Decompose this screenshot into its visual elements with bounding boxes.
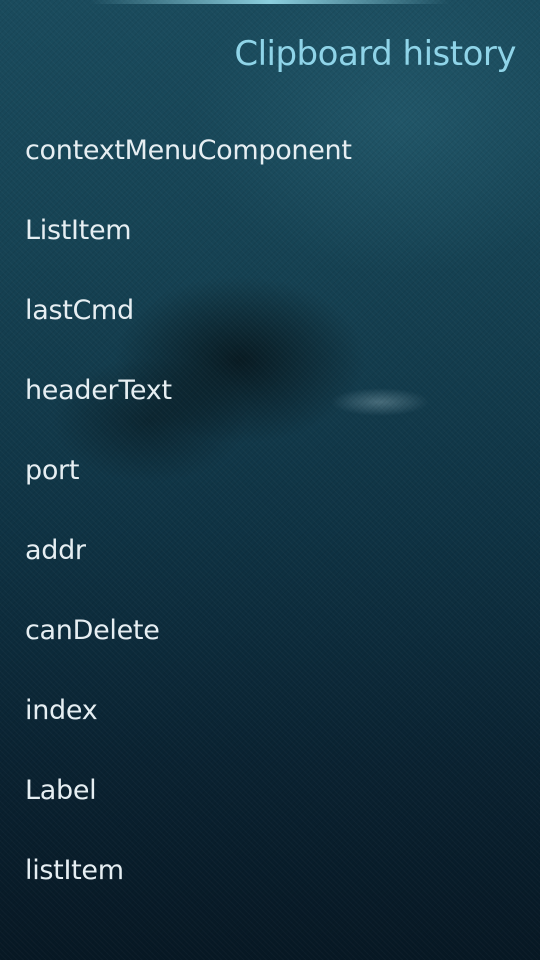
list-item-label: headerText bbox=[25, 374, 172, 406]
list-item[interactable]: ListItem bbox=[0, 190, 540, 270]
list-item-label: port bbox=[25, 454, 80, 486]
list-item[interactable]: contextMenuComponent bbox=[0, 110, 540, 190]
list-item-label: Label bbox=[25, 774, 97, 806]
page-title: Clipboard history bbox=[234, 34, 516, 74]
list-item[interactable]: canDelete bbox=[0, 590, 540, 670]
list-item-label: contextMenuComponent bbox=[25, 134, 352, 166]
list-item-label: lastCmd bbox=[25, 294, 134, 326]
list-item-label: addr bbox=[25, 534, 86, 566]
list-item[interactable]: listItem bbox=[0, 830, 540, 910]
list-item[interactable]: headerText bbox=[0, 350, 540, 430]
clipboard-history-page: Clipboard history contextMenuComponent L… bbox=[0, 0, 540, 960]
clipboard-history-list: contextMenuComponent ListItem lastCmd he… bbox=[0, 110, 540, 910]
list-item-label: canDelete bbox=[25, 614, 160, 646]
list-item-label: index bbox=[25, 694, 98, 726]
list-item[interactable]: addr bbox=[0, 510, 540, 590]
list-item[interactable]: lastCmd bbox=[0, 270, 540, 350]
list-item-label: listItem bbox=[25, 854, 124, 886]
list-item-label: ListItem bbox=[25, 214, 132, 246]
list-item[interactable]: index bbox=[0, 670, 540, 750]
pulley-indicator bbox=[90, 0, 450, 4]
list-item[interactable]: port bbox=[0, 430, 540, 510]
list-item[interactable]: Label bbox=[0, 750, 540, 830]
